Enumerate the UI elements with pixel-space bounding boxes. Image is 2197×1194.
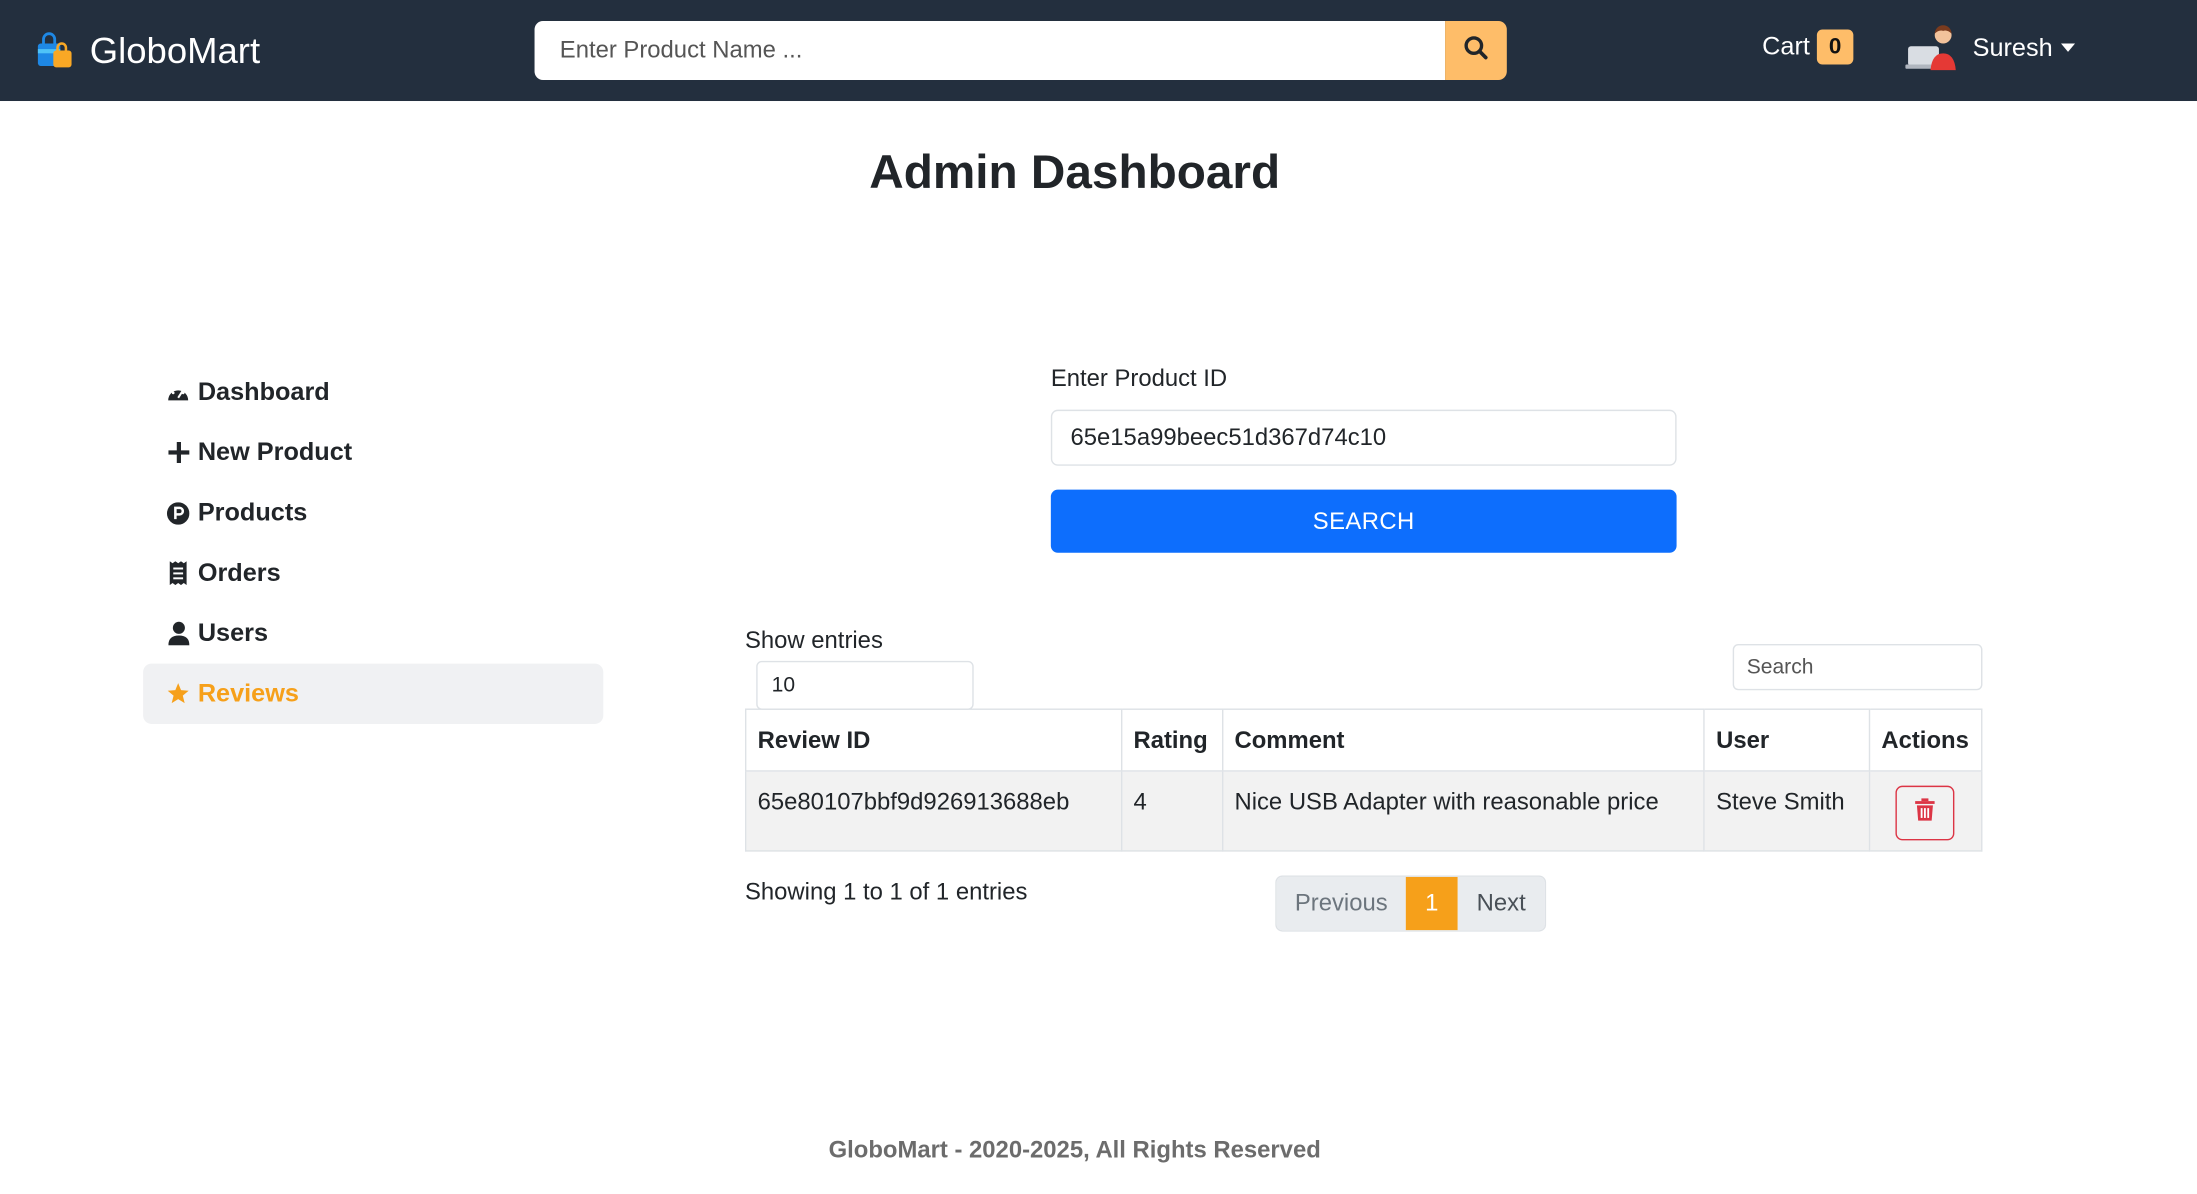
sidebar-item-label: New Product xyxy=(197,437,353,466)
sidebar-item-label: Orders xyxy=(197,558,281,587)
column-header-review-id[interactable]: Review ID xyxy=(744,708,1123,772)
product-id-input[interactable]: 65e15a99beec51d367d74c10 xyxy=(1050,409,1677,466)
cart-link[interactable]: Cart 0 xyxy=(1762,29,1854,65)
search-icon xyxy=(1463,34,1488,66)
navbar: GloboMart Cart 0 xyxy=(0,0,2197,102)
brand-name: GloboMart xyxy=(89,28,261,71)
page: GloboMart Cart 0 xyxy=(0,0,2197,1193)
sidebar-item-label: Reviews xyxy=(197,679,299,708)
column-header-actions: Actions xyxy=(1868,708,1983,772)
sidebar-item-new-product[interactable]: New Product xyxy=(143,422,603,482)
delete-review-button[interactable] xyxy=(1895,785,1955,841)
product-search xyxy=(534,21,1507,80)
plus-icon xyxy=(167,440,189,465)
sidebar-item-label: Dashboard xyxy=(197,377,330,406)
avatar xyxy=(1905,22,1958,73)
receipt-icon xyxy=(167,560,189,586)
product-id-form: Enter Product ID 65e15a99beec51d367d74c1… xyxy=(1050,364,1677,553)
shopping-bag-logo-icon xyxy=(34,29,76,71)
page-title: Admin Dashboard xyxy=(869,145,1281,200)
star-icon xyxy=(167,681,189,706)
product-p-icon xyxy=(166,500,190,525)
sidebar-item-label: Users xyxy=(197,618,269,647)
cart-count-badge: 0 xyxy=(1816,29,1854,65)
table-row: 65e80107bbf9d926913688eb 4 Nice USB Adap… xyxy=(744,770,1983,852)
footer: GloboMart - 2020-2025, All Rights Reserv… xyxy=(828,1136,1321,1164)
trash-icon xyxy=(1915,798,1935,827)
pagination-next[interactable]: Next xyxy=(1457,876,1545,931)
sidebar-item-label: Products xyxy=(197,498,308,527)
user-cell: Steve Smith xyxy=(1703,770,1871,852)
entries-per-page-select[interactable]: 10 xyxy=(756,660,974,710)
sidebar: Dashboard New Product Products Orders Us… xyxy=(143,362,604,724)
sidebar-item-reviews[interactable]: Reviews xyxy=(143,663,604,724)
pagination-page-1[interactable]: 1 xyxy=(1405,876,1458,931)
column-header-user[interactable]: User xyxy=(1703,708,1871,772)
table-header-row: Review ID Rating Comment User Actions xyxy=(744,708,1983,772)
user-menu-toggle[interactable]: Suresh xyxy=(1905,22,2076,73)
sidebar-item-users[interactable]: Users xyxy=(143,603,603,663)
actions-cell xyxy=(1868,770,1983,852)
product-search-button[interactable] xyxy=(1445,21,1507,80)
product-id-label: Enter Product ID xyxy=(1050,364,1228,392)
column-header-comment[interactable]: Comment xyxy=(1221,708,1705,772)
review-id-cell: 65e80107bbf9d926913688eb xyxy=(744,770,1123,852)
column-header-rating[interactable]: Rating xyxy=(1120,708,1224,772)
brand[interactable]: GloboMart xyxy=(34,25,260,76)
sidebar-item-orders[interactable]: Orders xyxy=(143,543,603,603)
search-button[interactable]: SEARCH xyxy=(1050,489,1677,553)
sidebar-item-dashboard[interactable]: Dashboard xyxy=(143,362,603,422)
comment-cell: Nice USB Adapter with reasonable price xyxy=(1221,770,1705,852)
sidebar-item-products[interactable]: Products xyxy=(143,483,603,543)
table-info: Showing 1 to 1 of 1 entries xyxy=(744,878,1028,905)
cart-label: Cart xyxy=(1762,32,1810,61)
chevron-down-icon xyxy=(2061,43,2076,52)
tachometer-icon xyxy=(167,380,189,405)
pagination: Previous 1 Next xyxy=(1275,875,1547,932)
show-entries-label: Show entries xyxy=(744,627,883,654)
table-search-input[interactable]: Search xyxy=(1732,643,1983,691)
user-icon xyxy=(167,621,189,646)
user-name: Suresh xyxy=(1972,32,2053,62)
product-search-input[interactable] xyxy=(534,21,1446,80)
rating-cell: 4 xyxy=(1120,770,1224,852)
reviews-table: Review ID Rating Comment User Actions 65… xyxy=(744,708,1983,852)
pagination-previous[interactable]: Previous xyxy=(1276,876,1406,931)
